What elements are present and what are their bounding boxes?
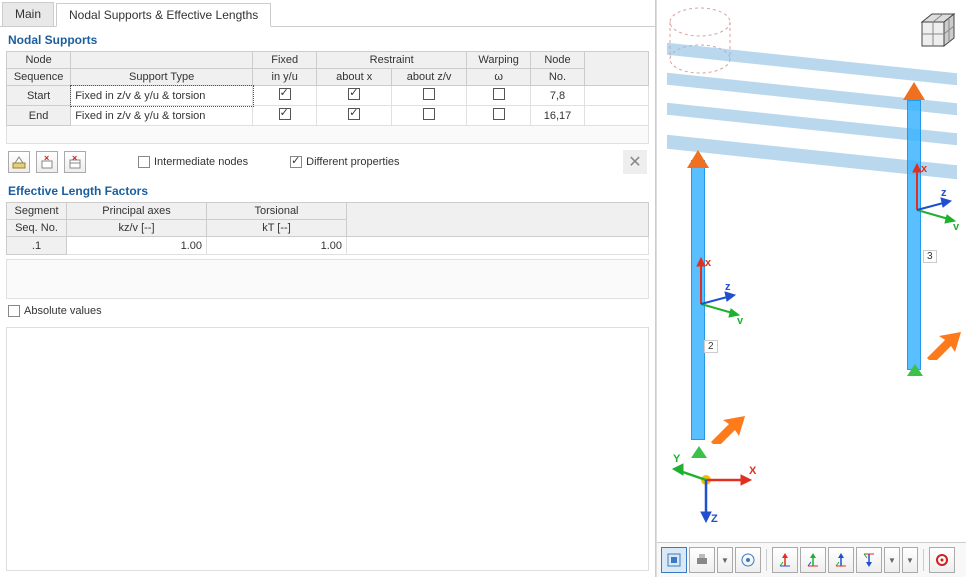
axis-x-label: x <box>921 163 928 175</box>
cell-kzv[interactable]: 1.00 <box>67 237 207 255</box>
hdr-node-no-1: Node <box>531 52 585 69</box>
hdr-warping-1: Warping <box>467 52 531 69</box>
nodal-supports-title: Nodal Supports <box>0 27 655 49</box>
delete-row-button[interactable]: × <box>36 151 58 173</box>
axis-z-label: z <box>725 281 731 293</box>
tb-dropdown-3[interactable]: ▼ <box>902 547 918 573</box>
effective-length-title: Effective Length Factors <box>0 178 655 200</box>
tb-view-z[interactable] <box>828 547 854 573</box>
hdr-node-no-2: No. <box>531 69 585 86</box>
segment-label-3: 3 <box>923 250 937 263</box>
cell-warping[interactable] <box>467 86 531 106</box>
tab-nodal-supports[interactable]: Nodal Supports & Effective Lengths <box>56 3 271 27</box>
hdr-principal-2: kz/v [--] <box>67 220 207 237</box>
cell-about-zv[interactable] <box>392 106 467 126</box>
tabs: Main Nodal Supports & Effective Lengths <box>0 0 655 27</box>
hdr-segment-1: Segment <box>7 203 67 220</box>
cell-seq: Start <box>7 86 71 106</box>
axis-z-label: z <box>941 187 947 199</box>
tb-view-neg-z[interactable] <box>856 547 882 573</box>
svg-text:×: × <box>72 155 77 163</box>
tb-view-x[interactable] <box>772 547 798 573</box>
cell-node-no: 7,8 <box>531 86 585 106</box>
table-row[interactable]: End Fixed in z/v & y/u & torsion 16,17 <box>7 106 649 126</box>
assign-button[interactable] <box>8 151 30 173</box>
axis-y-label: y <box>737 315 744 324</box>
axis-y-label: y <box>953 221 960 230</box>
lower-panel <box>6 327 649 571</box>
cell-seq: End <box>7 106 71 126</box>
segment-label-2: 2 <box>704 340 718 353</box>
hdr-about-zv: about z/v <box>392 69 467 86</box>
absolute-values-checkbox[interactable]: Absolute values <box>8 305 102 317</box>
viewer-toolbar: ▼ ▼ ▼ <box>657 542 966 577</box>
hdr-principal-1: Principal axes <box>67 203 207 220</box>
axis-Y-label: Y <box>673 453 681 465</box>
hdr-torsional-2: kT [--] <box>207 220 347 237</box>
tb-view-y[interactable] <box>800 547 826 573</box>
table-row[interactable]: .1 1.00 1.00 <box>7 237 649 255</box>
cell-about-zv[interactable] <box>392 86 467 106</box>
hdr-fixed-1: Fixed <box>253 52 317 69</box>
view-cube[interactable] <box>910 8 958 56</box>
cell-warping[interactable] <box>467 106 531 126</box>
tb-dropdown-2[interactable]: ▼ <box>884 547 900 573</box>
hdr-restraint: Restraint <box>317 52 467 69</box>
elf-spacer <box>6 259 649 299</box>
effective-length-table: Segment Principal axes Torsional Seq. No… <box>6 202 649 255</box>
different-properties-checkbox[interactable]: Different properties <box>290 156 399 168</box>
tb-dropdown-1[interactable]: ▼ <box>717 547 733 573</box>
cell-kt[interactable]: 1.00 <box>207 237 347 255</box>
axis-Z-label: Z <box>711 513 718 525</box>
hdr-torsional-1: Torsional <box>207 203 347 220</box>
cell-about-x[interactable] <box>317 106 392 126</box>
tb-print[interactable] <box>689 547 715 573</box>
tab-main[interactable]: Main <box>2 2 54 26</box>
hdr-support-type: Support Type <box>71 69 253 86</box>
viewer-3d[interactable]: x y z x y z 2 3 X <box>657 0 966 542</box>
tb-render-mode[interactable] <box>735 547 761 573</box>
cell-support-type[interactable]: Fixed in z/v & y/u & torsion <box>71 86 253 106</box>
svg-text:×: × <box>44 155 49 163</box>
hdr-node-seq-2: Sequence <box>7 69 71 86</box>
axis-x-label: x <box>705 257 712 269</box>
tb-settings[interactable] <box>929 547 955 573</box>
intermediate-nodes-label: Intermediate nodes <box>154 156 248 168</box>
nodal-supports-table: Node Fixed Restraint Warping Node Sequen… <box>6 51 649 144</box>
hdr-fixed-2: in y/u <box>253 69 317 86</box>
axis-X-label: X <box>749 465 757 477</box>
intermediate-nodes-checkbox[interactable]: Intermediate nodes <box>138 156 248 168</box>
table-row[interactable]: Start Fixed in z/v & y/u & torsion 7,8 <box>7 86 649 106</box>
hdr-warping-2: ω <box>467 69 531 86</box>
cell-fixed-yu[interactable] <box>253 106 317 126</box>
different-properties-label: Different properties <box>306 156 399 168</box>
hdr-segment-2: Seq. No. <box>7 220 67 237</box>
cell-about-x[interactable] <box>317 86 392 106</box>
cell-support-type[interactable]: Fixed in z/v & y/u & torsion <box>71 106 253 126</box>
absolute-values-label: Absolute values <box>24 305 102 317</box>
nodal-toolbar: × × Intermediate nodes Different propert… <box>0 146 655 178</box>
close-button[interactable]: ✕ <box>623 150 647 174</box>
hdr-node-seq-1: Node <box>7 52 71 69</box>
hdr-about-x: about x <box>317 69 392 86</box>
cell-node-no: 16,17 <box>531 106 585 126</box>
cell-fixed-yu[interactable] <box>253 86 317 106</box>
delete-all-button[interactable]: × <box>64 151 86 173</box>
tb-display-mode[interactable] <box>661 547 687 573</box>
cell-seq: .1 <box>7 237 67 255</box>
